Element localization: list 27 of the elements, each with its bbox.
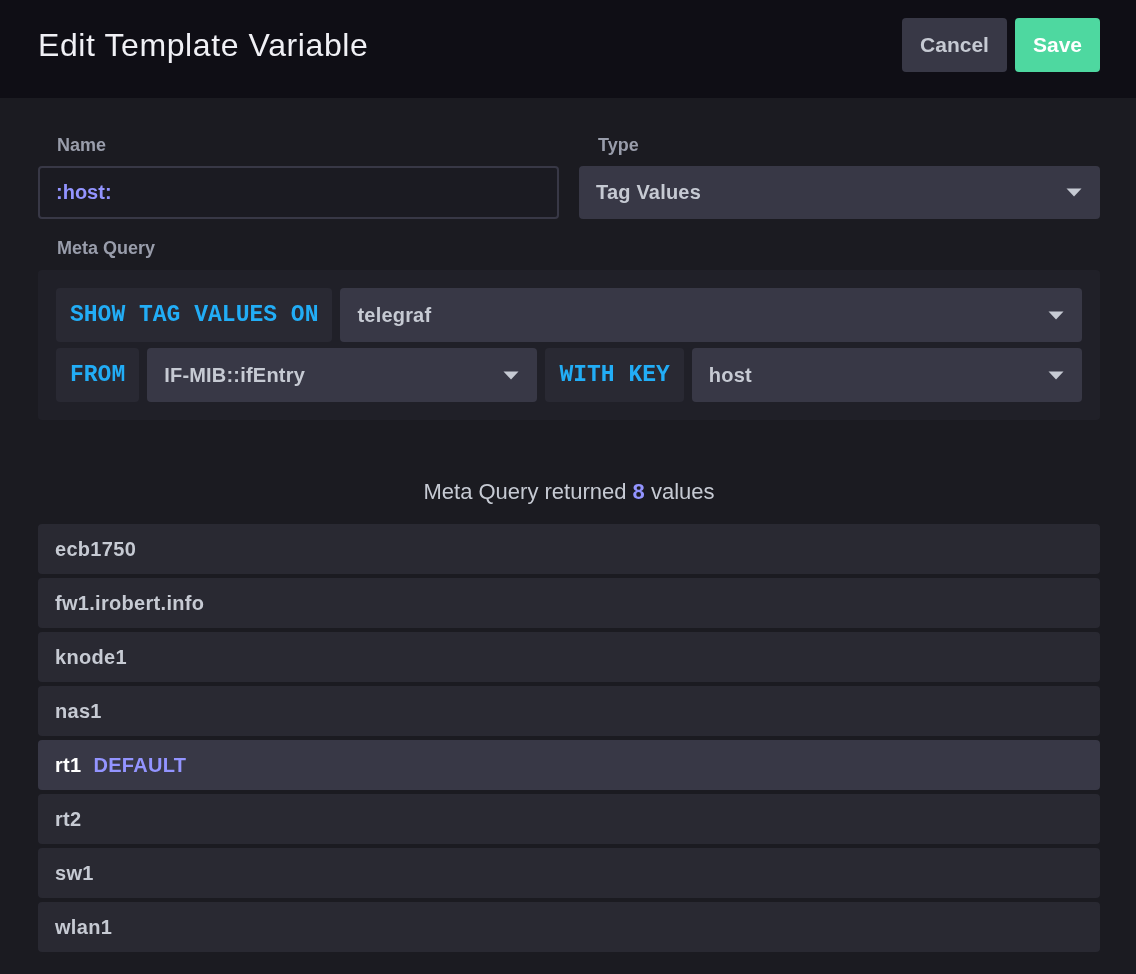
section-label: Meta Query bbox=[57, 238, 157, 258]
caret-icon bbox=[1048, 310, 1064, 320]
name-input[interactable]: :host: bbox=[38, 166, 559, 219]
default-label: DEFAULT bbox=[93, 753, 187, 777]
field-label: Type bbox=[598, 135, 640, 155]
value-item[interactable]: sw1 bbox=[38, 848, 1100, 898]
value-item[interactable]: rt1 DEFAULT bbox=[38, 740, 1100, 790]
value-item[interactable]: ecb1750 bbox=[38, 524, 1100, 574]
cancel-button[interactable]: Cancel bbox=[902, 18, 1007, 72]
dialog-title: Edit Template Variable bbox=[38, 26, 369, 65]
type-dropdown[interactable]: Tag Values bbox=[579, 166, 1100, 219]
query-dropdown[interactable]: host bbox=[691, 348, 1082, 402]
value-item[interactable]: rt2 bbox=[38, 794, 1100, 844]
query-keyword: FROM bbox=[56, 348, 140, 402]
value-item[interactable]: wlan1 bbox=[38, 902, 1100, 952]
value-item[interactable]: nas1 bbox=[38, 686, 1100, 736]
query-keyword: WITH KEY bbox=[545, 348, 684, 402]
results-summary: Meta Query returned 8 values bbox=[423, 480, 715, 504]
caret-icon bbox=[503, 370, 520, 380]
query-keyword: SHOW TAG VALUES ON bbox=[56, 288, 333, 342]
value-item[interactable]: knode1 bbox=[38, 632, 1100, 682]
query-dropdown[interactable]: telegraf bbox=[340, 288, 1082, 342]
caret-icon bbox=[1066, 188, 1082, 197]
query-dropdown[interactable]: IF-MIB::ifEntry bbox=[147, 348, 538, 402]
field-label: Name bbox=[57, 135, 108, 155]
caret-icon bbox=[1048, 370, 1064, 380]
value-item[interactable]: fw1.irobert.info bbox=[38, 578, 1100, 628]
